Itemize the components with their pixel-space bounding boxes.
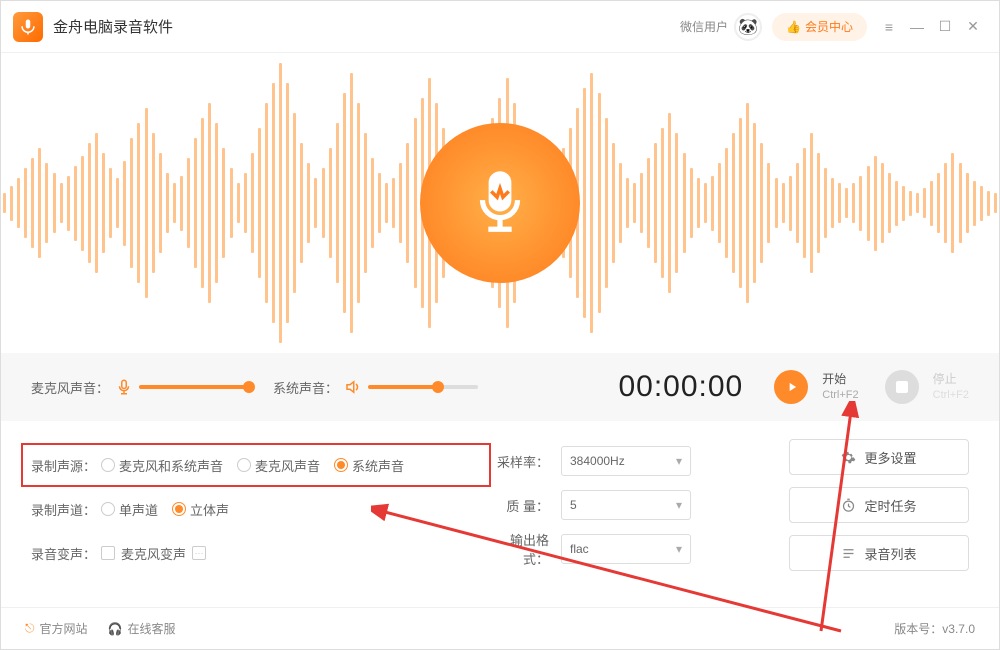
globe-icon: ⎋ xyxy=(25,621,35,636)
recording-timer: 00:00:00 xyxy=(618,370,743,404)
radio-mono[interactable]: 单声道 xyxy=(101,500,158,519)
recording-list-button[interactable]: 录音列表 xyxy=(789,535,969,571)
stop-button-text: 停止 Ctrl+F2 xyxy=(933,372,969,402)
quality-dropdown[interactable]: 5 xyxy=(561,490,691,520)
more-settings-button[interactable]: 更多设置 xyxy=(789,439,969,475)
maximize-button[interactable]: ☐ xyxy=(931,13,959,41)
close-button[interactable]: ✕ xyxy=(959,13,987,41)
system-volume-label: 系统声音： xyxy=(273,378,338,397)
recorder-center-icon xyxy=(420,123,580,283)
source-row-highlight: 录制声源： 麦克风和系统声音 麦克风声音 系统声音 xyxy=(21,443,491,487)
online-support-link[interactable]: 🎧 在线客服 xyxy=(108,620,176,637)
format-label: 输出格式： xyxy=(491,530,549,568)
start-button-text: 开始 Ctrl+F2 xyxy=(822,372,858,402)
thumbs-up-icon: 👍 xyxy=(786,20,801,34)
headset-icon: 🎧 xyxy=(108,622,123,636)
app-logo xyxy=(13,12,43,42)
radio-system-only[interactable]: 系统声音 xyxy=(334,456,404,475)
speaker-icon xyxy=(344,378,362,396)
voice-change-settings-icon[interactable]: ⋯ xyxy=(192,546,206,560)
channel-row: 录制声道： 单声道 立体声 xyxy=(31,487,491,531)
voice-change-label: 录音变声： xyxy=(31,544,101,563)
list-icon xyxy=(841,546,856,561)
source-label: 录制声源： xyxy=(31,456,101,475)
quality-label: 质 量： xyxy=(491,496,549,515)
official-site-link[interactable]: ⎋ 官方网站 xyxy=(25,620,88,637)
voice-change-checkbox[interactable] xyxy=(101,546,115,560)
radio-mic-and-system[interactable]: 麦克风和系统声音 xyxy=(101,456,223,475)
channel-label: 录制声道： xyxy=(31,500,101,519)
mic-volume-label: 麦克风声音： xyxy=(31,378,109,397)
start-button[interactable] xyxy=(774,370,808,404)
controls-row: 麦克风声音： 系统声音： 00:00:00 开始 Ctrl+F2 停止 Ctrl… xyxy=(1,353,999,421)
version-label: 版本号：v3.7.0 xyxy=(894,620,975,637)
stop-button[interactable] xyxy=(885,370,919,404)
app-window: 金舟电脑录音软件 微信用户 🐼 👍 会员中心 ≡ — ☐ ✕ 麦克风声音： 系统… xyxy=(0,0,1000,650)
wechat-user-label: 微信用户 xyxy=(680,18,728,35)
vip-center-button[interactable]: 👍 会员中心 xyxy=(772,13,867,41)
avatar[interactable]: 🐼 xyxy=(734,13,762,41)
sample-rate-dropdown[interactable]: 384000Hz xyxy=(561,446,691,476)
app-title: 金舟电脑录音软件 xyxy=(53,16,173,37)
settings-area: 录制声源： 麦克风和系统声音 麦克风声音 系统声音 录制声道： 单声道 立体声 … xyxy=(1,421,999,607)
radio-stereo[interactable]: 立体声 xyxy=(172,500,229,519)
system-volume-slider[interactable] xyxy=(368,385,478,389)
microphone-icon xyxy=(115,378,133,396)
titlebar: 金舟电脑录音软件 微信用户 🐼 👍 会员中心 ≡ — ☐ ✕ xyxy=(1,1,999,53)
minimize-button[interactable]: — xyxy=(903,13,931,41)
waveform-area xyxy=(1,53,999,353)
mic-volume-slider[interactable] xyxy=(139,385,249,389)
footer: ⎋ 官方网站 🎧 在线客服 版本号：v3.7.0 xyxy=(1,607,999,649)
format-dropdown[interactable]: flac xyxy=(561,534,691,564)
timer-task-button[interactable]: 定时任务 xyxy=(789,487,969,523)
radio-mic-only[interactable]: 麦克风声音 xyxy=(237,456,320,475)
sample-rate-label: 采样率： xyxy=(491,452,549,471)
menu-button[interactable]: ≡ xyxy=(875,13,903,41)
gear-icon xyxy=(841,450,856,465)
stopwatch-icon xyxy=(841,498,856,513)
voice-change-row: 录音变声： 麦克风变声 ⋯ xyxy=(31,531,491,575)
